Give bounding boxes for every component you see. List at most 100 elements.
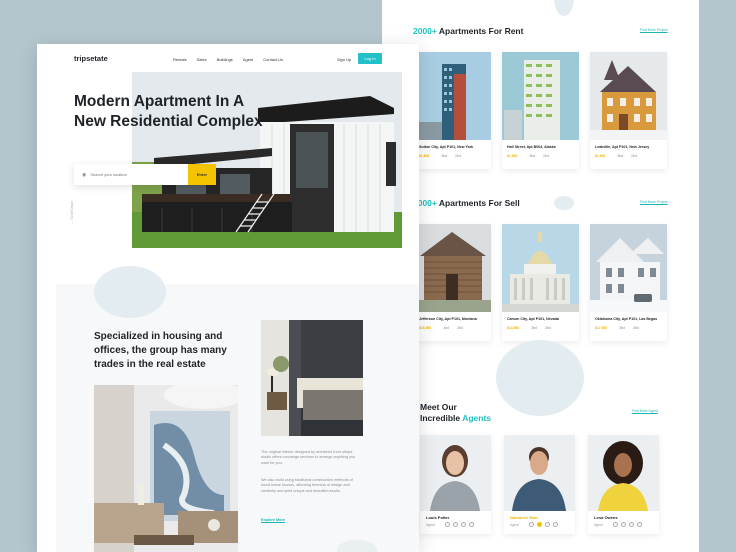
- bedroom-illustration: [261, 320, 363, 436]
- agent-photo: [504, 435, 575, 511]
- agent-name: Nathaniel Bian: [510, 515, 538, 520]
- card-address: Leakville, Apt P101, New Jersey: [595, 145, 650, 149]
- card-price: $1,600: [419, 154, 430, 158]
- card-address: Oklahoma City, Apt P101, Las Begas: [595, 317, 658, 321]
- living-room-image: [94, 385, 238, 552]
- instagram-icon[interactable]: [468, 522, 474, 527]
- about-heading: Specialized in housing and offices, the …: [94, 331, 227, 370]
- card-price: $16,500: [419, 326, 432, 330]
- agent-name: Lena Owens: [594, 515, 618, 520]
- about-paragraph-2: We also build using traditional construc…: [261, 478, 353, 493]
- building-photo: [502, 52, 579, 140]
- search-input[interactable]: [90, 172, 181, 177]
- nav-agent[interactable]: Agent: [243, 57, 253, 62]
- agent-portrait: [588, 435, 659, 511]
- agent-portrait: [504, 435, 575, 511]
- card-address: Carson City, Apt P101, Nevada: [507, 317, 559, 321]
- agents-section-title: Meet Our Incredible Agents: [420, 402, 492, 423]
- card-beds: 3bd: [619, 326, 625, 330]
- card-baths: 2bd: [632, 326, 639, 330]
- card-baths: 2bd: [544, 326, 551, 330]
- victorian-house-illustration: [590, 52, 667, 140]
- linkedin-icon[interactable]: [460, 522, 466, 527]
- building-photo: [414, 52, 491, 140]
- sell-section-title: 2000+ Apartments For Sell: [413, 198, 520, 208]
- twitter-icon[interactable]: [452, 522, 458, 527]
- card-baths: 2bd: [543, 154, 549, 158]
- linkedin-icon[interactable]: [628, 522, 634, 527]
- twitter-icon[interactable]: [620, 522, 626, 527]
- agent-name: Louis Potter: [426, 515, 450, 520]
- sell-card-2[interactable]: Carson City, Apt P101, Nevada $14,500 3b…: [502, 224, 579, 341]
- bedroom-image: [261, 320, 363, 436]
- hero-title: Modern Apartment In A New Residential Co…: [74, 93, 263, 130]
- agent-card-1[interactable]: Louis Potter Agent: [420, 435, 491, 534]
- decor-arc: [554, 0, 574, 16]
- card-baths: 2bd: [455, 154, 461, 158]
- scroll-down-indicator[interactable]: ← Scroll Down: [70, 201, 74, 224]
- sell-more-link[interactable]: Find More Project: [640, 200, 668, 204]
- agent-photo: [420, 435, 491, 511]
- nav-rentals[interactable]: Rentals: [173, 57, 187, 62]
- house-photo: [590, 224, 667, 312]
- capitol-illustration: [502, 224, 579, 312]
- decor-arc: [496, 340, 584, 416]
- enter-button[interactable]: Enter: [188, 164, 216, 185]
- card-baths: 2bd: [456, 326, 463, 330]
- rent-card-1[interactable]: Sutton City, Apt P101, New York $1,600 3…: [414, 52, 491, 169]
- card-address: Sutton City, Apt P101, New York: [419, 145, 474, 149]
- card-beds: 3bd: [531, 326, 537, 330]
- signup-link[interactable]: Sign Up: [337, 57, 351, 62]
- agent-portrait: [420, 435, 491, 511]
- explore-more-link[interactable]: Explore More: [261, 518, 285, 522]
- apartment-illustration: [502, 52, 579, 140]
- agents-more-link[interactable]: Find More Agent: [632, 409, 658, 413]
- twitter-icon[interactable]: [536, 522, 542, 527]
- about-paragraph-1: The original interior designed by archit…: [261, 450, 356, 465]
- location-pin-icon: ◉: [82, 171, 87, 178]
- facebook-icon[interactable]: [528, 522, 534, 527]
- sell-card-3[interactable]: Oklahoma City, Apt P101, Las Begas $17,5…: [590, 224, 667, 341]
- white-house-illustration: [590, 224, 667, 312]
- agent-card-3[interactable]: Lena Owens Agent: [588, 435, 659, 534]
- card-address: Hall Street, Apt B004, Alaska: [507, 145, 556, 149]
- nav-buildings[interactable]: Buildings: [217, 57, 233, 62]
- logo[interactable]: tripsetate: [74, 54, 108, 63]
- instagram-icon[interactable]: [636, 522, 642, 527]
- building-photo: [502, 224, 579, 312]
- house-photo: [414, 224, 491, 312]
- home-page: tripsetate Rentals Sales Buildings Agent…: [37, 44, 419, 552]
- card-price: $17,500: [595, 326, 608, 330]
- card-beds: 3bd: [443, 326, 449, 330]
- agent-card-2[interactable]: Nathaniel Bian Agent: [504, 435, 575, 534]
- rent-card-2[interactable]: Hall Street, Apt B004, Alaska $1,900 3bd…: [502, 52, 579, 169]
- location-search: ◉ Enter: [74, 164, 216, 185]
- instagram-icon[interactable]: [552, 522, 558, 527]
- rent-more-link[interactable]: Find More Project: [640, 28, 668, 32]
- social-icons: [528, 522, 558, 527]
- card-price: $14,500: [507, 326, 520, 330]
- card-beds: 3bd: [529, 154, 536, 158]
- nav-contact[interactable]: Contact Us: [263, 57, 283, 62]
- listing-page: 2000+ Apartments For Rent Find More Proj…: [382, 0, 699, 552]
- facebook-icon[interactable]: [612, 522, 618, 527]
- rent-section-title: 2000+ Apartments For Rent: [413, 26, 524, 36]
- arrow-down-icon: ←: [70, 220, 74, 225]
- agent-role: Agent: [510, 522, 519, 527]
- house-photo: [590, 52, 667, 140]
- card-baths: 2bd: [631, 154, 637, 158]
- facebook-icon[interactable]: [444, 522, 450, 527]
- living-room-illustration: [94, 385, 238, 552]
- login-button[interactable]: Log In: [358, 53, 382, 64]
- decor-arc: [94, 266, 166, 318]
- nav-sales[interactable]: Sales: [197, 57, 207, 62]
- card-address: Jefferson City, Apt P101, Montana: [419, 317, 477, 321]
- linkedin-icon[interactable]: [544, 522, 550, 527]
- log-cabin-illustration: [414, 224, 491, 312]
- card-price: $1,600: [595, 154, 606, 158]
- social-icons: [612, 522, 642, 527]
- rent-card-3[interactable]: Leakville, Apt P101, New Jersey $1,600 3…: [590, 52, 667, 169]
- social-icons: [444, 522, 474, 527]
- sell-card-1[interactable]: Jefferson City, Apt P101, Montana $16,50…: [414, 224, 491, 341]
- tower-illustration: [414, 52, 491, 140]
